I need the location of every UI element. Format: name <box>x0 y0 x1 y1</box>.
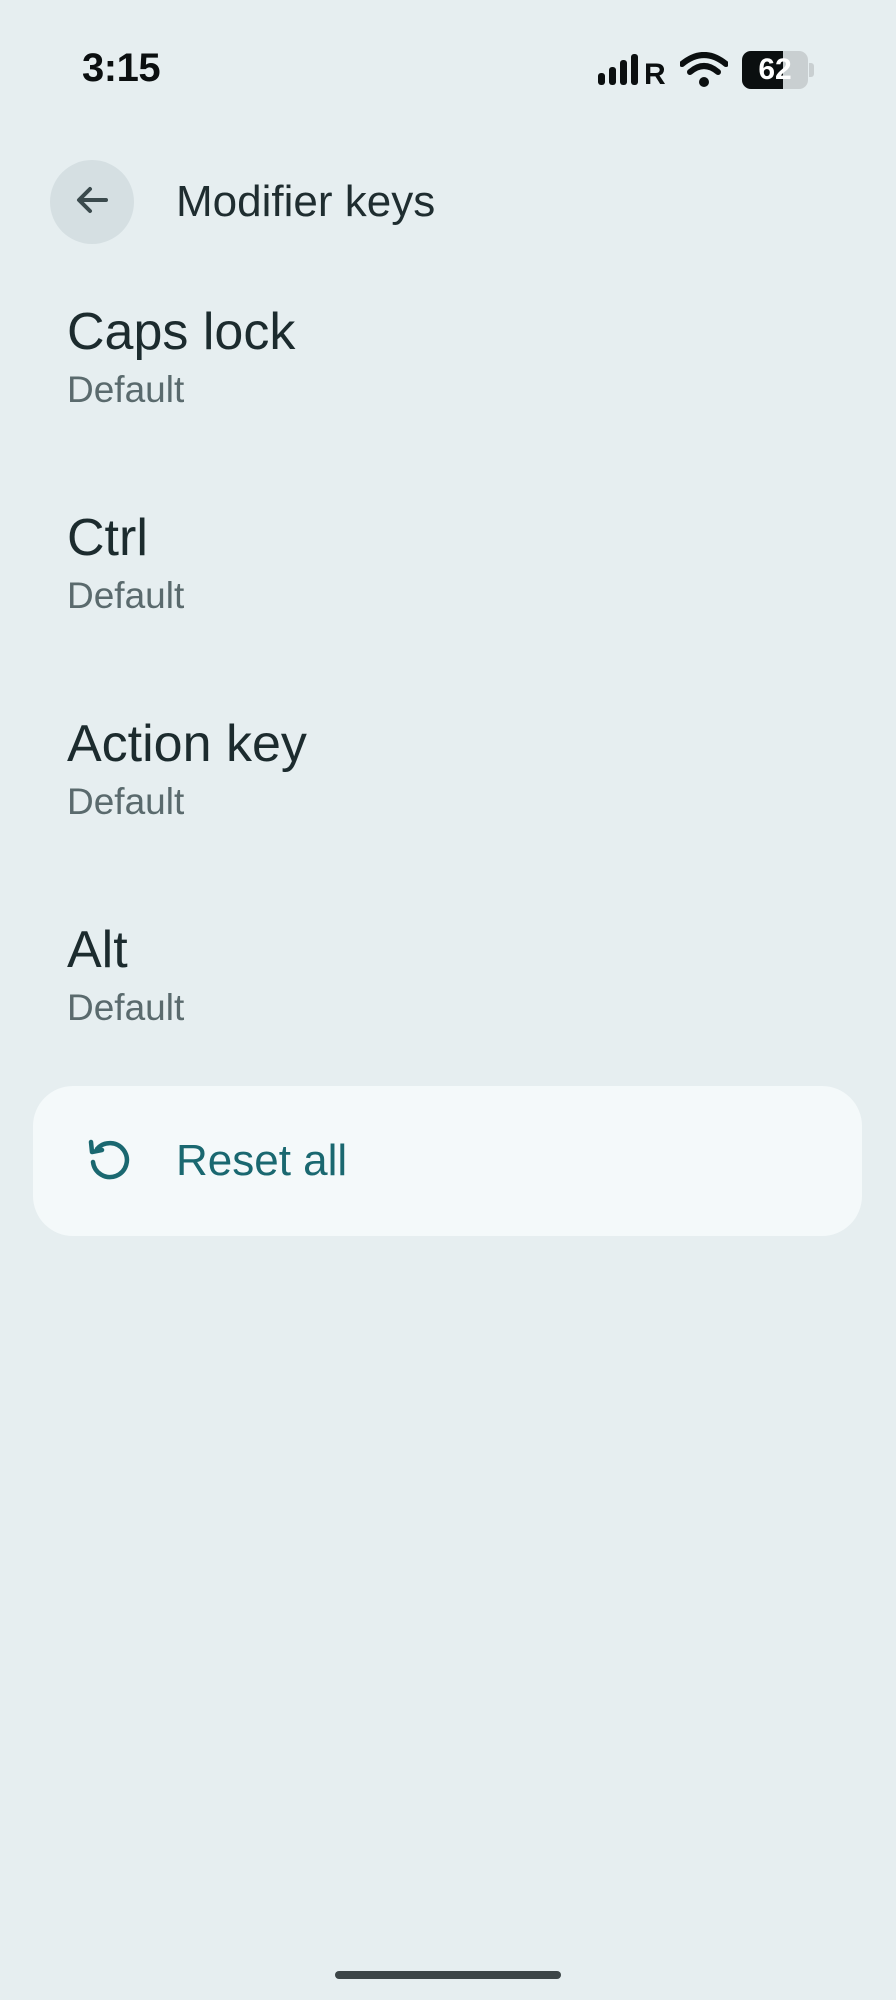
back-button[interactable] <box>50 160 134 244</box>
item-title: Ctrl <box>67 509 148 567</box>
battery-icon: 62 <box>742 51 814 89</box>
status-bar: 3:15 R 62 <box>0 0 896 140</box>
list-item-alt[interactable]: Alt Default <box>0 904 896 1110</box>
reset-all-button[interactable]: Reset all <box>33 1086 862 1236</box>
home-indicator[interactable] <box>335 1971 561 1979</box>
reset-icon <box>85 1136 135 1186</box>
signal-roaming-icon: R <box>598 53 666 87</box>
item-title: Caps lock <box>67 303 296 361</box>
item-subtitle: Default <box>67 781 185 822</box>
item-subtitle: Default <box>67 369 185 410</box>
list-item-action-key[interactable]: Action key Default <box>0 698 896 904</box>
status-icons: R 62 <box>598 50 814 90</box>
page-title: Modifier keys <box>176 177 436 226</box>
wifi-icon <box>680 52 728 88</box>
item-subtitle: Default <box>67 987 185 1028</box>
modifier-keys-list: Caps lock Default Ctrl Default Action ke… <box>0 286 896 1110</box>
arrow-back-icon <box>72 180 112 225</box>
svg-text:R: R <box>644 58 666 87</box>
list-item-ctrl[interactable]: Ctrl Default <box>0 492 896 698</box>
reset-all-label: Reset all <box>176 1136 348 1185</box>
item-subtitle: Default <box>67 575 185 616</box>
item-title: Action key <box>67 715 307 773</box>
item-title: Alt <box>67 921 128 979</box>
status-time: 3:15 <box>82 46 161 90</box>
battery-level: 62 <box>758 53 792 86</box>
list-item-caps-lock[interactable]: Caps lock Default <box>0 286 896 492</box>
